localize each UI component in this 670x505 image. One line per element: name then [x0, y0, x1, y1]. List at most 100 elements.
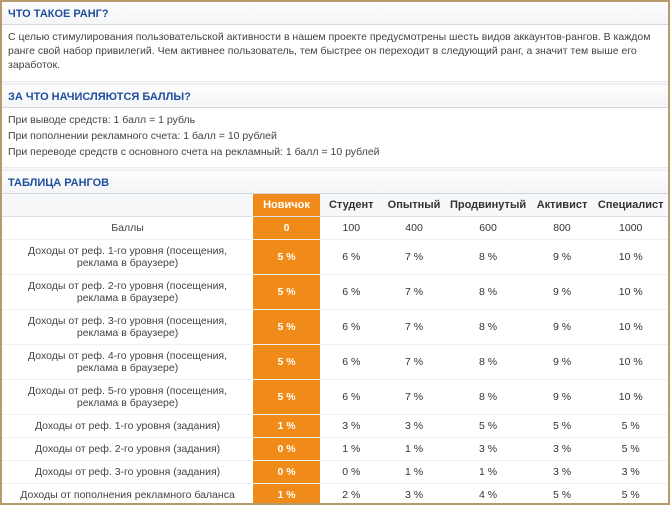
cell-value: 5 %	[445, 415, 530, 438]
cell-value: 1 %	[445, 461, 530, 484]
points-line: При выводе средств: 1 балл = 1 рубль	[8, 113, 662, 127]
cell-value: 5 %	[253, 275, 320, 310]
table-row: Доходы от реф. 3-го уровня (задания)0 %0…	[2, 461, 668, 484]
col-header-rank: Студент	[320, 194, 383, 217]
cell-value: 10 %	[593, 310, 668, 345]
row-label: Доходы от реф. 5-го уровня (посещения, р…	[2, 380, 253, 415]
cell-value: 1 %	[253, 415, 320, 438]
cell-value: 5 %	[253, 345, 320, 380]
cell-value: 7 %	[383, 275, 446, 310]
cell-value: 6 %	[320, 380, 383, 415]
section-title-table: ТАБЛИЦА РАНГОВ	[2, 171, 668, 194]
cell-value: 7 %	[383, 380, 446, 415]
cell-value: 1 %	[383, 461, 446, 484]
table-row: Доходы от реф. 3-го уровня (посещения, р…	[2, 310, 668, 345]
section-body-points: При выводе средств: 1 балл = 1 рубль При…	[2, 108, 668, 168]
cell-value: 0	[253, 217, 320, 240]
table-row: Доходы от реф. 1-го уровня (задания)1 %3…	[2, 415, 668, 438]
table-row: Доходы от реф. 2-го уровня (задания)0 %1…	[2, 438, 668, 461]
col-header-rank: Активист	[531, 194, 594, 217]
cell-value: 8 %	[445, 275, 530, 310]
points-line: При пополнении рекламного счета: 1 балл …	[8, 129, 662, 143]
cell-value: 10 %	[593, 275, 668, 310]
cell-value: 600	[445, 217, 530, 240]
cell-value: 9 %	[531, 275, 594, 310]
col-header-rank: Новичок	[253, 194, 320, 217]
cell-value: 5 %	[253, 240, 320, 275]
cell-value: 3 %	[531, 461, 594, 484]
cell-value: 1 %	[320, 438, 383, 461]
cell-value: 100	[320, 217, 383, 240]
cell-value: 3 %	[320, 415, 383, 438]
cell-value: 8 %	[445, 380, 530, 415]
cell-value: 3 %	[593, 461, 668, 484]
row-label: Доходы от реф. 4-го уровня (посещения, р…	[2, 345, 253, 380]
cell-value: 4 %	[445, 484, 530, 505]
cell-value: 8 %	[445, 310, 530, 345]
section-title-rank: ЧТО ТАКОЕ РАНГ?	[2, 2, 668, 25]
cell-value: 9 %	[531, 310, 594, 345]
row-label: Доходы от реф. 3-го уровня (посещения, р…	[2, 310, 253, 345]
ranks-table: НовичокСтудентОпытныйПродвинутыйАктивист…	[2, 194, 668, 505]
table-row: Баллы01004006008001000	[2, 217, 668, 240]
cell-value: 0 %	[320, 461, 383, 484]
cell-value: 5 %	[253, 310, 320, 345]
col-header-rank: Специалист	[593, 194, 668, 217]
cell-value: 0 %	[253, 461, 320, 484]
table-row: Доходы от пополнения рекламного баланса1…	[2, 484, 668, 505]
cell-value: 3 %	[445, 438, 530, 461]
section-body-rank: С целью стимулирования пользовательской …	[2, 25, 668, 81]
cell-value: 5 %	[593, 484, 668, 505]
cell-value: 5 %	[593, 415, 668, 438]
cell-value: 2 %	[320, 484, 383, 505]
cell-value: 1 %	[383, 438, 446, 461]
row-label: Доходы от реф. 1-го уровня (посещения, р…	[2, 240, 253, 275]
cell-value: 5 %	[593, 438, 668, 461]
row-label: Доходы от реф. 2-го уровня (задания)	[2, 438, 253, 461]
cell-value: 3 %	[383, 484, 446, 505]
section-title-points: ЗА ЧТО НАЧИСЛЯЮТСЯ БАЛЛЫ?	[2, 85, 668, 108]
cell-value: 7 %	[383, 240, 446, 275]
cell-value: 10 %	[593, 240, 668, 275]
cell-value: 7 %	[383, 345, 446, 380]
cell-value: 8 %	[445, 240, 530, 275]
cell-value: 3 %	[531, 438, 594, 461]
row-label: Доходы от пополнения рекламного баланса	[2, 484, 253, 505]
table-row: Доходы от реф. 4-го уровня (посещения, р…	[2, 345, 668, 380]
table-row: Доходы от реф. 5-го уровня (посещения, р…	[2, 380, 668, 415]
cell-value: 8 %	[445, 345, 530, 380]
row-label: Баллы	[2, 217, 253, 240]
cell-value: 5 %	[253, 380, 320, 415]
table-head: НовичокСтудентОпытныйПродвинутыйАктивист…	[2, 194, 668, 217]
cell-value: 1000	[593, 217, 668, 240]
rank-description: С целью стимулирования пользовательской …	[8, 30, 662, 73]
table-row: Доходы от реф. 1-го уровня (посещения, р…	[2, 240, 668, 275]
cell-value: 10 %	[593, 345, 668, 380]
cell-value: 6 %	[320, 275, 383, 310]
cell-value: 0 %	[253, 438, 320, 461]
cell-value: 5 %	[531, 484, 594, 505]
cell-value: 9 %	[531, 240, 594, 275]
cell-value: 5 %	[531, 415, 594, 438]
row-label: Доходы от реф. 2-го уровня (посещения, р…	[2, 275, 253, 310]
points-line: При переводе средств с основного счета н…	[8, 145, 662, 159]
cell-value: 6 %	[320, 310, 383, 345]
col-header-rank: Опытный	[383, 194, 446, 217]
cell-value: 1 %	[253, 484, 320, 505]
row-label: Доходы от реф. 3-го уровня (задания)	[2, 461, 253, 484]
cell-value: 3 %	[383, 415, 446, 438]
cell-value: 400	[383, 217, 446, 240]
cell-value: 6 %	[320, 240, 383, 275]
cell-value: 9 %	[531, 380, 594, 415]
table-body: Баллы01004006008001000Доходы от реф. 1-г…	[2, 217, 668, 505]
cell-value: 9 %	[531, 345, 594, 380]
col-header-rank: Продвинутый	[445, 194, 530, 217]
col-header-label	[2, 194, 253, 217]
row-label: Доходы от реф. 1-го уровня (задания)	[2, 415, 253, 438]
cell-value: 800	[531, 217, 594, 240]
page-frame: ЧТО ТАКОЕ РАНГ? С целью стимулирования п…	[0, 0, 670, 505]
table-row: Доходы от реф. 2-го уровня (посещения, р…	[2, 275, 668, 310]
cell-value: 10 %	[593, 380, 668, 415]
cell-value: 7 %	[383, 310, 446, 345]
cell-value: 6 %	[320, 345, 383, 380]
